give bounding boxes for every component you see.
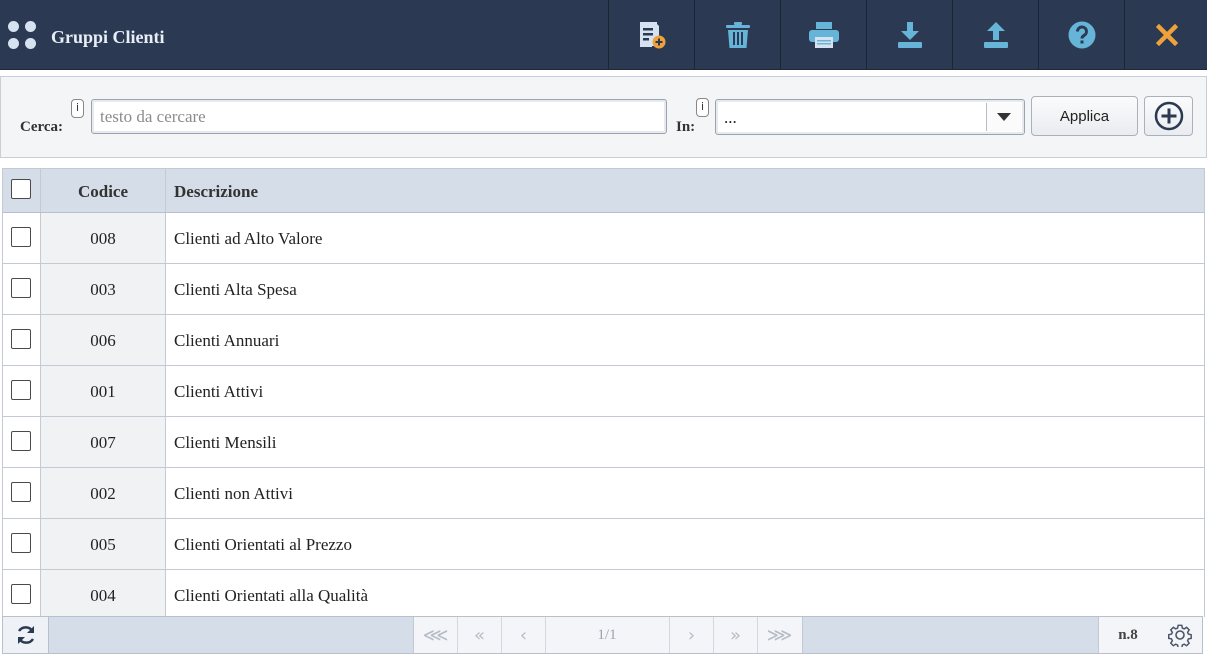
record-count: n.8 [1098,617,1158,653]
plus-circle-icon [1154,101,1183,131]
upload-button[interactable] [952,0,1039,69]
last-page-button[interactable]: ⋙ [758,617,801,653]
table-row[interactable]: 005 Clienti Orientati al Prezzo [3,519,1204,570]
new-document-button[interactable] [608,0,695,69]
next-page-button[interactable]: › [670,617,714,653]
grid-header: Codice Descrizione [3,169,1204,213]
refresh-button[interactable] [3,617,49,653]
cell-description: Clienti Alta Spesa [174,280,297,299]
close-icon [1155,23,1178,46]
cell-code: 008 [90,229,116,248]
refresh-icon [17,626,34,644]
row-checkbox[interactable] [11,482,31,502]
gear-icon [1167,624,1192,647]
search-label: Cerca: [20,119,64,135]
cell-description: Clienti Attivi [174,382,264,401]
row-checkbox[interactable] [11,533,31,553]
select-all-checkbox[interactable] [11,179,31,199]
printer-icon [809,21,839,48]
cell-description: Clienti Annuari [174,331,280,350]
prev-page-button[interactable]: ‹ [502,617,546,653]
data-grid: Codice Descrizione 008 Clienti ad Alto V… [2,168,1205,617]
next-block-button[interactable]: » [714,617,758,653]
table-row[interactable]: 007 Clienti Mensili [3,417,1204,468]
search-input[interactable] [91,99,667,134]
cell-code: 004 [90,586,116,605]
row-checkbox[interactable] [11,278,31,298]
delete-button[interactable] [694,0,781,69]
page-info: 1/1 [545,617,670,653]
help-button[interactable] [1038,0,1125,69]
cell-code: 003 [90,280,116,299]
cell-description: Clienti non Attivi [174,484,294,503]
table-row[interactable]: 004 Clienti Orientati alla Qualità [3,570,1204,617]
cell-code: 006 [90,331,116,350]
cell-code: 001 [90,382,116,401]
search-panel: Cerca: i In: i ... Applica [0,76,1207,158]
apply-button[interactable]: Applica [1031,96,1138,136]
apps-grid-icon[interactable] [8,21,38,51]
settings-button[interactable] [1157,617,1202,653]
table-row[interactable]: 008 Clienti ad Alto Valore [3,213,1204,264]
row-checkbox[interactable] [11,431,31,451]
close-button[interactable] [1124,0,1207,69]
cell-description: Clienti Orientati alla Qualità [174,586,369,605]
help-icon [1068,21,1096,48]
upload-icon [984,21,1008,48]
row-checkbox[interactable] [11,380,31,400]
chevron-down-icon[interactable] [986,103,1021,131]
pagination: ⋘ « ‹ 1/1 › » ⋙ [413,617,803,653]
cell-code: 002 [90,484,116,503]
table-row[interactable]: 002 Clienti non Attivi [3,468,1204,519]
row-checkbox[interactable] [11,584,31,604]
grid-footer: ⋘ « ‹ 1/1 › » ⋙ n.8 [2,616,1203,654]
cell-code: 005 [90,535,116,554]
download-button[interactable] [866,0,953,69]
search-field-value: ... [724,108,737,127]
add-filter-button[interactable] [1144,96,1193,136]
first-page-button[interactable]: ⋘ [414,617,458,653]
trash-icon [726,21,750,48]
prev-block-button[interactable]: « [458,617,502,653]
cell-description: Clienti ad Alto Valore [174,229,323,248]
search-info-icon[interactable]: i [71,99,84,118]
in-info-icon[interactable]: i [696,98,709,117]
column-header-code[interactable]: Codice [41,182,165,202]
row-checkbox[interactable] [11,227,31,247]
column-header-description[interactable]: Descrizione [174,182,258,202]
cell-code: 007 [90,433,116,452]
in-label: In: [676,119,696,135]
cell-description: Clienti Orientati al Prezzo [174,535,352,554]
page-title: Gruppi Clienti [51,27,165,47]
table-row[interactable]: 003 Clienti Alta Spesa [3,264,1204,315]
print-button[interactable] [780,0,867,69]
download-icon [898,21,922,48]
table-row[interactable]: 001 Clienti Attivi [3,366,1204,417]
cell-description: Clienti Mensili [174,433,277,452]
document-add-icon [640,21,666,48]
row-checkbox[interactable] [11,329,31,349]
title-bar: Gruppi Clienti [0,0,1207,70]
search-field-select[interactable]: ... [715,99,1025,135]
table-row[interactable]: 006 Clienti Annuari [3,315,1204,366]
